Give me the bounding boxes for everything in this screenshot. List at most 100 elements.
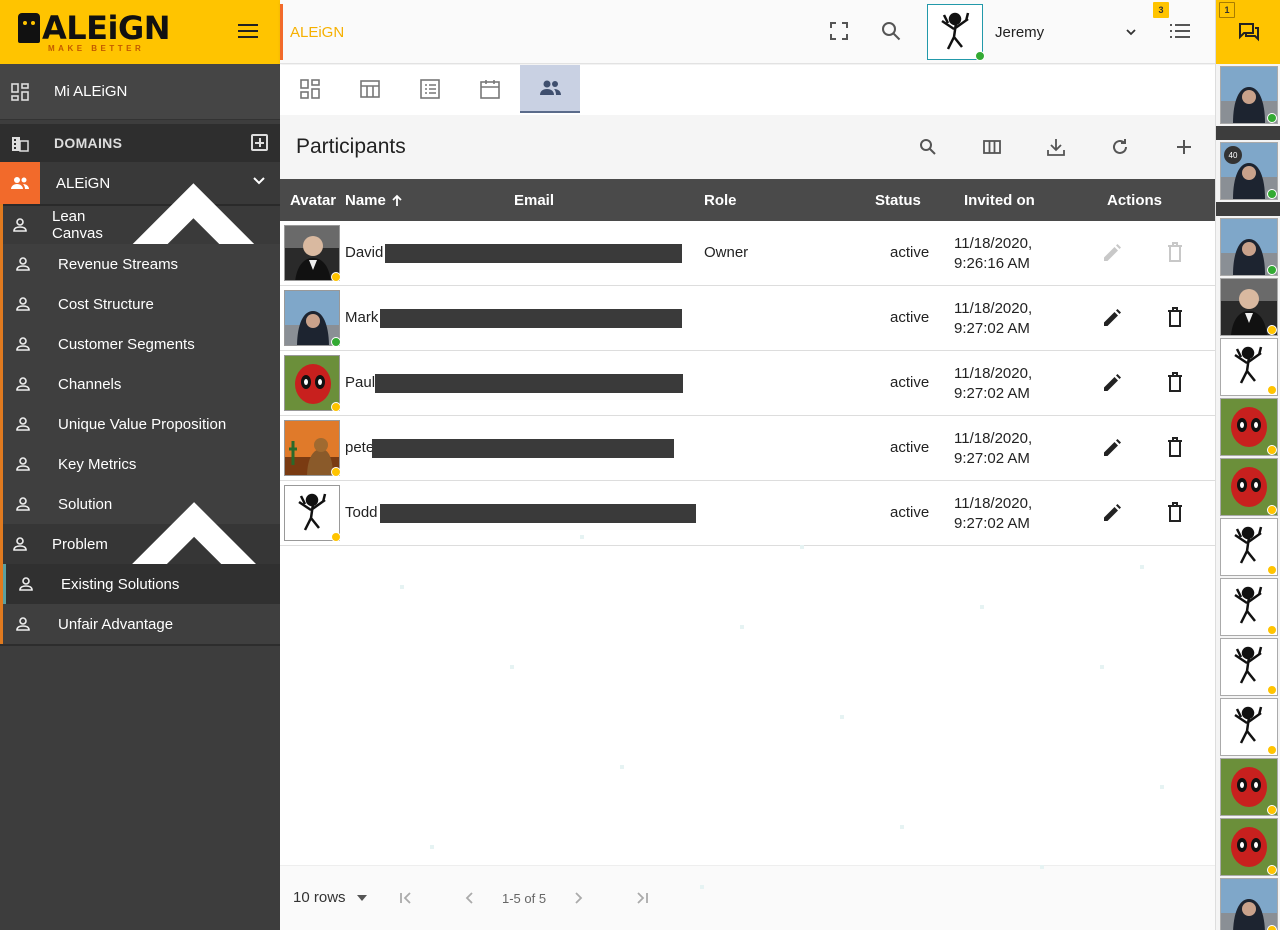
invited-date: 11/18/2020, 9:27:02 AM (954, 300, 1033, 337)
title-accent (280, 4, 283, 60)
table-row[interactable]: pete active 11/18/2020, 9:27:02 AM (280, 416, 1215, 481)
presence-dot (1267, 565, 1277, 575)
search-icon[interactable] (918, 137, 938, 157)
user-name: Jeremy (995, 24, 1045, 41)
table-row[interactable]: Mark active 11/18/2020, 9:27:02 AM (280, 286, 1215, 351)
presence-dot (1267, 505, 1277, 515)
tab-participants-view[interactable] (520, 65, 580, 113)
edit-pencil-icon[interactable] (1101, 371, 1121, 393)
chevron-down-icon[interactable] (1125, 26, 1137, 38)
lean-canvas-group: Lean Canvas Revenue Streams Cost Structur… (0, 182, 280, 644)
refresh-icon[interactable] (1110, 137, 1130, 157)
column-invited-on[interactable]: Invited on (964, 192, 1035, 209)
add-icon[interactable] (1174, 137, 1194, 157)
column-email[interactable]: Email (514, 192, 554, 209)
table-row[interactable]: Paul active 11/18/2020, 9:27:02 AM (280, 351, 1215, 416)
last-page-icon[interactable] (634, 890, 650, 906)
next-page-icon[interactable] (570, 890, 586, 906)
sidebar-item-label: Existing Solutions (61, 575, 180, 593)
tab-table-view[interactable] (340, 65, 400, 113)
rows-per-page-select[interactable]: 10 rows (293, 889, 346, 906)
sidebar-divider (0, 644, 280, 646)
background-speck (740, 625, 744, 629)
background-speck (1040, 865, 1044, 869)
sidebar-item-unique-value-proposition[interactable]: Unique Value Proposition (3, 404, 280, 444)
sidebar-item-problem[interactable]: Problem (3, 502, 280, 590)
column-status[interactable]: Status (875, 192, 921, 209)
edit-pencil-icon[interactable] (1101, 436, 1121, 458)
delete-trash-icon[interactable] (1165, 371, 1185, 393)
background-speck (900, 825, 904, 829)
delete-trash-icon[interactable] (1165, 306, 1185, 328)
participant-name: pete (345, 439, 375, 456)
presence-dot (1267, 745, 1277, 755)
redacted-email (380, 309, 682, 328)
rail-participant-avatar[interactable] (1220, 458, 1278, 516)
tab-calendar-view[interactable] (460, 65, 520, 113)
main-content: Participants Avatar Name Email Role Stat… (280, 65, 1215, 930)
download-icon[interactable] (1046, 137, 1066, 157)
person-icon (13, 497, 33, 511)
rail-participant-avatar[interactable]: 40 (1220, 142, 1278, 200)
user-avatar[interactable] (927, 4, 983, 60)
delete-trash-icon[interactable] (1165, 501, 1185, 523)
list-icon[interactable] (1170, 22, 1190, 40)
rail-participant-avatar[interactable] (1220, 578, 1278, 636)
background-speck (800, 545, 804, 549)
delete-trash-icon[interactable] (1165, 436, 1185, 458)
rail-participant-avatar[interactable] (1220, 638, 1278, 696)
user-menu[interactable]: Jeremy (925, 0, 1150, 64)
chat-header[interactable]: 1 (1216, 0, 1280, 64)
table-row[interactable]: Todd active 11/18/2020, 9:27:02 AM (280, 481, 1215, 546)
participant-name: Paul (345, 374, 376, 391)
logo-text: ALEiGN (42, 8, 171, 47)
presence-dot (1267, 113, 1277, 123)
edit-pencil-icon[interactable] (1101, 501, 1121, 523)
first-page-icon[interactable] (398, 890, 414, 906)
sidebar-item-channels[interactable]: Channels (3, 364, 280, 404)
sort-ascending-icon[interactable] (391, 194, 403, 207)
rail-participant-avatar[interactable] (1220, 398, 1278, 456)
tab-list-view[interactable] (400, 65, 460, 113)
table-row[interactable]: David Owner active 11/18/2020, 9:26:16 AM (280, 221, 1215, 286)
edit-pencil-icon[interactable] (1101, 306, 1121, 328)
sidebar-item-unfair-advantage[interactable]: Unfair Advantage (3, 604, 280, 644)
sidebar-item-cost-structure[interactable]: Cost Structure (3, 284, 280, 324)
hamburger-menu-icon[interactable] (238, 24, 258, 40)
person-icon (13, 537, 27, 551)
rail-participant-avatar[interactable] (1220, 698, 1278, 756)
invited-date: 11/18/2020, 9:27:02 AM (954, 365, 1033, 402)
rail-participant-avatar[interactable] (1220, 758, 1278, 816)
rail-participant-avatar[interactable] (1220, 218, 1278, 276)
columns-icon[interactable] (982, 137, 1002, 157)
rail-participant-avatar[interactable] (1220, 338, 1278, 396)
rail-participant-avatar[interactable] (1220, 518, 1278, 576)
rail-participant-avatar[interactable] (1220, 878, 1278, 930)
person-icon (16, 577, 36, 591)
sidebar-item-mi-aleign[interactable]: Mi ALEiGN (0, 64, 280, 120)
column-role[interactable]: Role (704, 192, 737, 209)
participant-name: David (345, 244, 384, 261)
presence-dot (1267, 685, 1277, 695)
rail-participant-avatar[interactable] (1220, 66, 1278, 124)
column-name[interactable]: Name (345, 192, 386, 209)
tab-dashboard-view[interactable] (280, 65, 340, 113)
sidebar-item-lean-canvas[interactable]: Lean Canvas (3, 182, 280, 271)
column-avatar[interactable]: Avatar (290, 192, 336, 209)
redacted-email (385, 244, 682, 263)
search-icon[interactable] (880, 20, 902, 42)
chat-icon[interactable] (1238, 22, 1260, 42)
participant-status: active (890, 309, 930, 326)
sidebar-item-customer-segments[interactable]: Customer Segments (3, 324, 280, 364)
logo[interactable]: ALEiGN MAKE BETTER (18, 8, 171, 53)
rail-participant-avatar[interactable] (1220, 818, 1278, 876)
background-speck (1140, 565, 1144, 569)
caret-down-icon[interactable] (357, 895, 367, 901)
presence-dot (1267, 925, 1277, 930)
sidebar-item-existing-solutions[interactable]: Existing Solutions (3, 564, 280, 604)
background-speck (580, 535, 584, 539)
previous-page-icon[interactable] (462, 890, 478, 906)
sidebar-item-revenue-streams[interactable]: Revenue Streams (3, 244, 280, 284)
fullscreen-icon[interactable] (828, 20, 850, 42)
rail-participant-avatar[interactable] (1220, 278, 1278, 336)
